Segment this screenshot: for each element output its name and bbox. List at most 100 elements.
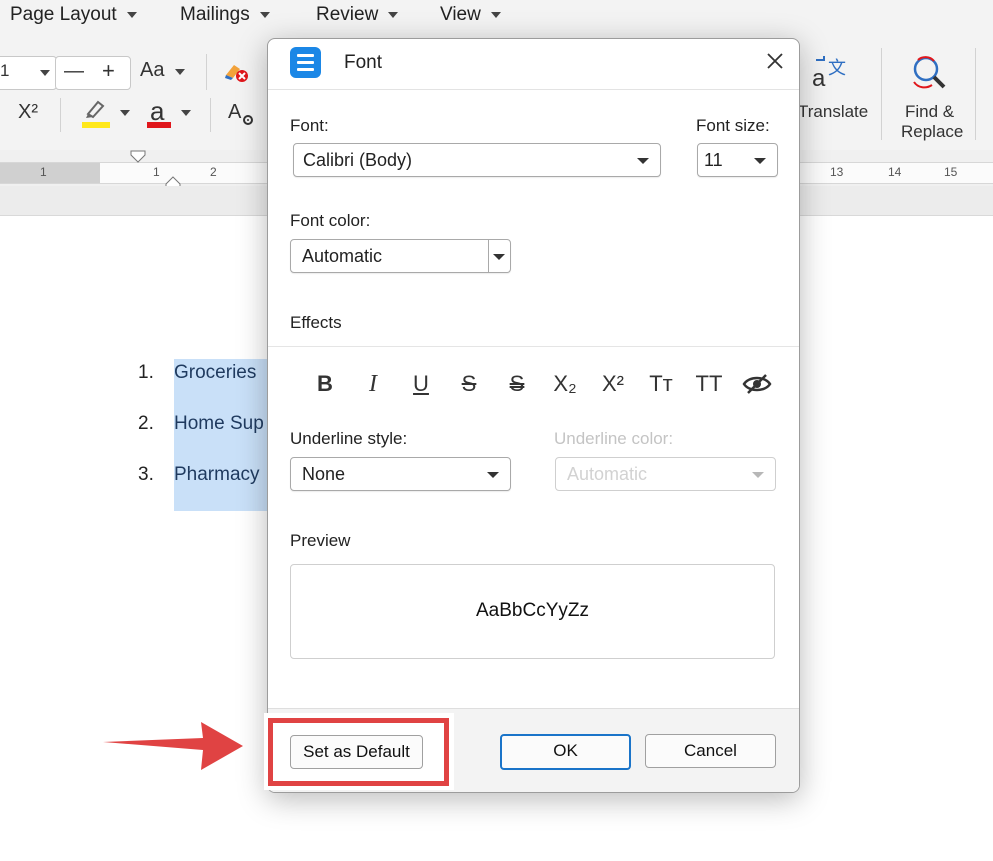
menu-label: View xyxy=(440,4,481,25)
bold-toggle[interactable]: B xyxy=(308,370,342,398)
ruler-number: 1 xyxy=(153,165,160,179)
translate-icon: a 文 xyxy=(812,56,846,92)
find-replace-icon xyxy=(913,56,946,89)
list-number: 3. xyxy=(138,464,154,485)
list-number: 1. xyxy=(138,362,154,383)
chevron-down-icon xyxy=(487,472,499,478)
split-divider xyxy=(488,240,489,272)
all-caps-toggle[interactable]: TT xyxy=(692,370,726,398)
ruler-number: 2 xyxy=(210,165,217,179)
ribbon-separator xyxy=(210,98,211,132)
font-label: Font: xyxy=(290,116,329,135)
chevron-down-icon xyxy=(259,11,270,18)
font-color-select-value: Automatic xyxy=(302,246,383,266)
chevron-down-icon xyxy=(637,158,649,164)
chevron-down-icon xyxy=(493,254,505,260)
menu-bar: Page Layout Mailings Review View xyxy=(0,0,993,36)
preview-box: AaBbCcYyZz xyxy=(290,564,775,659)
chevron-down-icon xyxy=(120,110,130,116)
highlight-swatch xyxy=(82,122,110,128)
font-size-label: Font size: xyxy=(696,116,770,135)
app-icon xyxy=(290,47,321,78)
ok-button[interactable]: OK xyxy=(500,734,631,770)
chevron-down-icon xyxy=(752,472,764,478)
menu-page-layout[interactable]: Page Layout xyxy=(10,4,137,26)
ruler-number: 14 xyxy=(888,165,902,179)
underline-color-label: Underline color: xyxy=(554,429,674,448)
chevron-down-icon xyxy=(388,11,399,18)
underline-toggle[interactable]: U xyxy=(404,370,438,398)
list-item[interactable]: Home Sup xyxy=(174,413,264,435)
highlighter-icon xyxy=(86,100,105,119)
chevron-down-icon xyxy=(490,11,501,18)
list-number: 2. xyxy=(138,413,154,434)
ruler-margin xyxy=(0,163,100,183)
font-dialog: Font Font: Calibri (Body) Font size: 11 … xyxy=(267,38,800,793)
eye-slash-icon xyxy=(742,374,772,394)
highlight-color-button[interactable] xyxy=(80,98,132,134)
underline-color-select[interactable]: Automatic xyxy=(555,457,776,491)
hidden-text-toggle[interactable] xyxy=(740,370,774,398)
font-color-button[interactable]: a xyxy=(146,96,198,134)
font-size-stepper[interactable]: — + xyxy=(55,56,131,90)
preview-label: Preview xyxy=(290,531,351,550)
font-color-swatch xyxy=(147,122,171,128)
increase-font-button[interactable]: + xyxy=(102,58,115,84)
ribbon-separator xyxy=(881,48,882,140)
subscript-toggle[interactable]: X₂ xyxy=(548,370,582,398)
double-strikethrough-toggle[interactable]: S xyxy=(500,370,534,398)
ribbon-separator xyxy=(206,54,207,90)
styles-button[interactable]: A xyxy=(228,100,258,128)
svg-text:A: A xyxy=(228,101,242,123)
superscript-toggle[interactable]: X² xyxy=(596,370,630,398)
ruler-number: 1 xyxy=(40,165,47,179)
ruler-number: 13 xyxy=(830,165,844,179)
cancel-button[interactable]: Cancel xyxy=(645,734,776,768)
chevron-down-icon xyxy=(181,110,191,116)
close-icon[interactable] xyxy=(764,50,786,72)
first-line-indent-marker[interactable] xyxy=(130,150,146,164)
annotation-arrow-icon xyxy=(103,722,243,770)
ribbon-separator xyxy=(60,98,61,132)
font-color-select[interactable]: Automatic xyxy=(290,239,511,273)
menu-review[interactable]: Review xyxy=(316,4,399,26)
ribbon-separator xyxy=(975,48,976,140)
superscript-button[interactable]: X² xyxy=(18,101,38,124)
annotation-highlight-box xyxy=(268,718,449,786)
svg-text:文: 文 xyxy=(828,58,846,79)
font-size-value: 1 xyxy=(0,61,10,80)
find-replace-label-line1: Find & xyxy=(905,102,955,121)
underline-style-select[interactable]: None xyxy=(290,457,511,491)
change-case-label: Aa xyxy=(140,59,165,81)
translate-button[interactable]: a 文 Translate xyxy=(798,52,868,132)
chevron-down-icon xyxy=(40,70,50,76)
dialog-title: Font xyxy=(344,52,383,73)
font-select[interactable]: Calibri (Body) xyxy=(293,143,661,177)
effects-label: Effects xyxy=(290,313,342,332)
font-size-select[interactable]: 11 xyxy=(697,143,778,177)
find-replace-button[interactable]: Find & Replace xyxy=(898,52,963,141)
small-caps-toggle[interactable]: Tт xyxy=(644,370,678,398)
change-case-button[interactable]: Aa xyxy=(140,59,185,82)
menu-view[interactable]: View xyxy=(440,4,501,26)
strikethrough-toggle[interactable]: S xyxy=(452,370,486,398)
chevron-down-icon xyxy=(174,68,185,75)
underline-color-value: Automatic xyxy=(567,464,648,484)
decrease-font-button[interactable]: — xyxy=(64,60,84,83)
style-gear-icon: A xyxy=(228,101,253,125)
translate-label: Translate xyxy=(798,102,869,121)
menu-label: Review xyxy=(316,4,379,25)
svg-text:a: a xyxy=(812,65,826,92)
font-color-label: Font color: xyxy=(290,211,371,230)
menu-mailings[interactable]: Mailings xyxy=(180,4,270,26)
list-item[interactable]: Groceries xyxy=(174,362,256,384)
list-item[interactable]: Pharmacy xyxy=(174,464,260,486)
italic-toggle[interactable]: I xyxy=(356,370,390,398)
menu-label: Page Layout xyxy=(10,4,117,25)
font-select-value: Calibri (Body) xyxy=(303,150,413,170)
clear-formatting-button[interactable] xyxy=(222,57,250,85)
preview-text: AaBbCcYyZz xyxy=(476,600,589,621)
underline-style-label: Underline style: xyxy=(290,429,408,448)
font-size-combo[interactable]: 1 xyxy=(0,56,57,90)
effects-divider xyxy=(268,346,799,347)
